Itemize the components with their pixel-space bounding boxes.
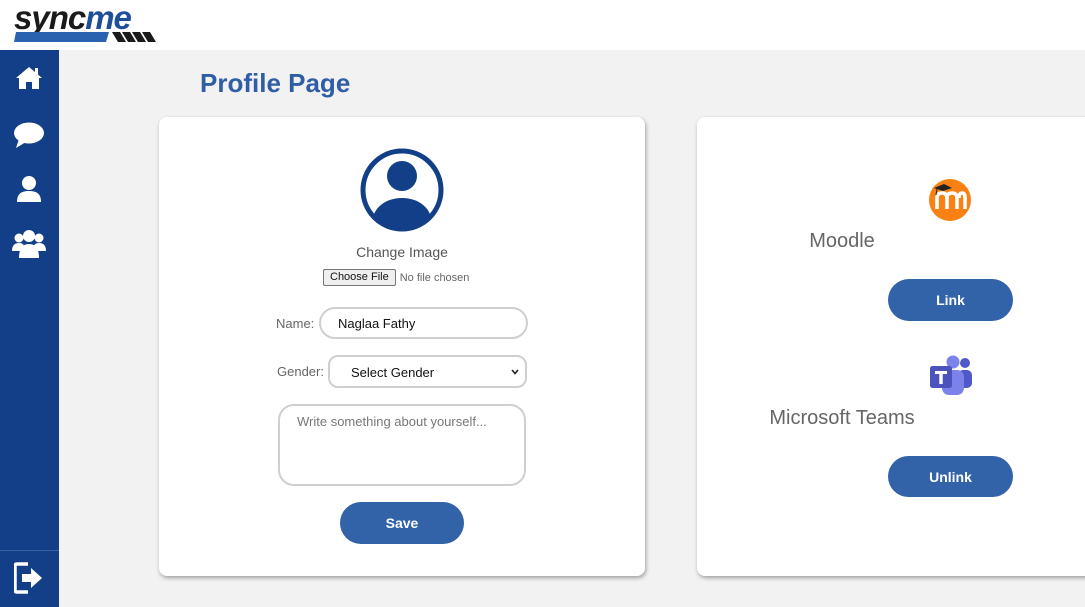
sidebar (0, 50, 59, 607)
teams-icon (930, 355, 972, 395)
choose-file-button[interactable]: Choose File (323, 269, 396, 286)
name-field[interactable] (319, 307, 528, 339)
sidebar-item-profile[interactable] (12, 173, 46, 205)
sidebar-item-groups[interactable] (12, 228, 46, 260)
name-label: Name: (276, 316, 315, 331)
moodle-icon (929, 179, 971, 221)
logo-stripes-icon (14, 32, 156, 42)
chat-icon (14, 122, 44, 148)
avatar-icon[interactable] (360, 148, 444, 232)
page-title: Profile Page (200, 68, 351, 98)
logout-button[interactable] (12, 562, 46, 594)
home-icon (16, 67, 42, 89)
group-icon (12, 230, 46, 258)
user-icon (17, 176, 41, 202)
profile-card: Change Image Choose File No file chosen … (159, 117, 645, 576)
file-upload: Choose File No file chosen (323, 269, 469, 286)
save-button[interactable]: Save (340, 502, 464, 544)
change-image-label: Change Image (356, 244, 448, 260)
teams-unlink-button[interactable]: Unlink (888, 456, 1013, 497)
chevron-down-icon (511, 369, 519, 375)
teams-name: Microsoft Teams (769, 407, 915, 429)
gender-selected-value: Select Gender (351, 365, 435, 380)
sidebar-item-chat[interactable] (12, 119, 46, 151)
moodle-link-button[interactable]: Link (888, 279, 1013, 321)
integrations-card: Moodle Link Microsoft Teams Unlink (697, 117, 1085, 576)
sidebar-item-home[interactable] (12, 62, 46, 94)
gender-select[interactable]: Select Gender (328, 355, 527, 388)
gender-label: Gender: (277, 364, 324, 379)
syncme-logo[interactable]: syncme (14, 0, 160, 44)
logo-text: syncme (14, 0, 132, 36)
sidebar-divider (0, 550, 59, 551)
file-status: No file chosen (399, 271, 470, 284)
about-textarea[interactable] (278, 404, 526, 486)
top-bar: syncme (0, 0, 1085, 50)
logout-icon (14, 562, 42, 594)
moodle-name: Moodle (809, 230, 875, 252)
